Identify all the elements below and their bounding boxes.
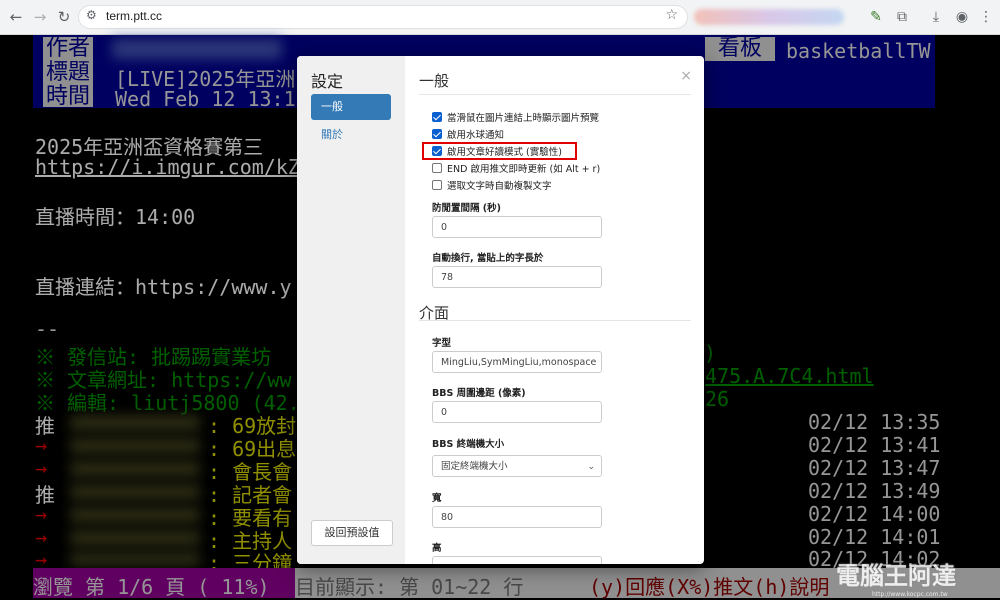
- autowrap-label: 自動換行, 當貼上的字長於: [432, 253, 544, 264]
- watermark-logo: 電腦王阿達: [836, 562, 956, 590]
- address-bar[interactable]: ⚙ term.ptt.cc ☆: [78, 5, 688, 29]
- image-preview-checkbox[interactable]: [432, 112, 442, 122]
- section-divider: [419, 320, 691, 321]
- chevron-down-icon: ⌄: [587, 462, 595, 472]
- forward-icon[interactable]: →: [30, 7, 50, 27]
- water-ball-checkbox[interactable]: [432, 129, 442, 139]
- padding-label: BBS 周圍邊距 (像素): [432, 388, 526, 399]
- termsize-label: BBS 終端機大小: [432, 439, 505, 450]
- settings-sidebar: 設定 一般 關於 設回預設值: [297, 56, 405, 564]
- auto-copy-label: 選取文字時自動複製文字: [447, 181, 552, 192]
- height-label: 高: [432, 543, 442, 554]
- browser-toolbar: ← → ↻ ⚙ term.ptt.cc ☆ ✎ ⧉ ⤓ ◉ ⋮: [0, 0, 1000, 35]
- auto-copy-checkbox[interactable]: [432, 180, 442, 190]
- antiidle-input[interactable]: 0: [432, 216, 602, 238]
- termsize-value: 固定終端機大小: [441, 461, 508, 472]
- height-input[interactable]: [432, 556, 602, 564]
- live-push-checkbox[interactable]: [432, 163, 442, 173]
- highlight-box: [422, 142, 577, 160]
- settings-dialog: 設定 一般 關於 設回預設值 × 一般 當滑鼠在圖片連結上時顯示圖片預覽 啟用水…: [297, 56, 704, 564]
- termsize-select[interactable]: 固定終端機大小 ⌄: [432, 455, 602, 477]
- water-ball-label: 啟用水球通知: [447, 130, 505, 141]
- extensions-icon[interactable]: ⧉: [892, 7, 912, 27]
- site-settings-icon[interactable]: ⚙: [86, 8, 97, 22]
- font-label: 字型: [432, 338, 452, 349]
- reload-icon[interactable]: ↻: [54, 7, 74, 27]
- star-icon[interactable]: ☆: [665, 7, 678, 23]
- width-input[interactable]: 80: [432, 506, 602, 528]
- live-push-label: END 啟用推文即時更新 (如 Alt + r): [447, 164, 601, 175]
- menu-icon[interactable]: ⋮: [976, 7, 996, 27]
- nav-about[interactable]: 關於: [311, 122, 391, 148]
- back-icon[interactable]: ←: [6, 7, 26, 27]
- reset-defaults-button[interactable]: 設回預設值: [311, 520, 393, 546]
- profile-icon[interactable]: ◉: [952, 7, 972, 27]
- settings-title: 設定: [311, 72, 344, 91]
- padding-input[interactable]: 0: [432, 401, 602, 423]
- url-text: term.ptt.cc: [106, 9, 163, 23]
- download-icon[interactable]: ⤓: [926, 7, 946, 27]
- width-label: 寬: [432, 493, 442, 504]
- blurred-extensions: [694, 9, 844, 25]
- font-input[interactable]: MingLiu,SymMingLiu,monospace: [432, 351, 602, 373]
- extension-pin-icon[interactable]: ✎: [866, 7, 886, 27]
- nav-general[interactable]: 一般: [311, 94, 391, 120]
- settings-content: × 一般 當滑鼠在圖片連結上時顯示圖片預覽 啟用水球通知 啟用文章好讀模式 (實…: [405, 56, 704, 564]
- section-divider: [419, 94, 691, 95]
- antiidle-label: 防閒置間隔 (秒): [432, 203, 501, 214]
- watermark-url: http://www.kocpc.com.tw: [872, 591, 948, 598]
- image-preview-label: 當滑鼠在圖片連結上時顯示圖片預覽: [447, 113, 600, 124]
- section-general-heading: 一般: [419, 72, 450, 90]
- autowrap-input[interactable]: 78: [432, 266, 602, 288]
- close-icon[interactable]: ×: [680, 68, 692, 84]
